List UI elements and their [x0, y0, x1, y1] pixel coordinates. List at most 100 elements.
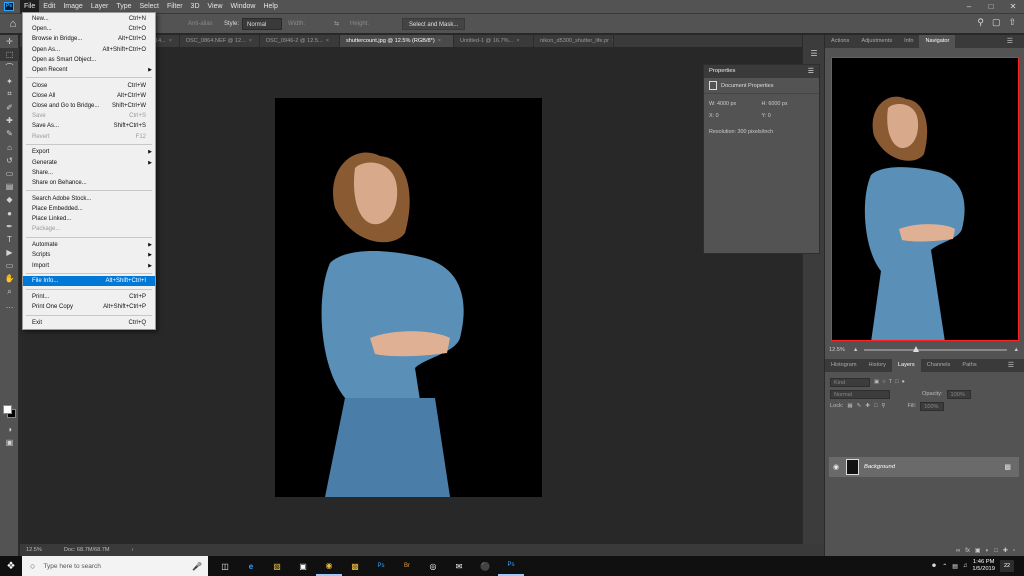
edge-icon[interactable]: e: [238, 556, 264, 576]
status-arrow-icon[interactable]: ›: [126, 547, 140, 553]
file-menu-share[interactable]: Share...: [23, 168, 155, 178]
quick-select-tool-icon[interactable]: ✦: [0, 75, 19, 88]
group-icon[interactable]: □: [994, 548, 998, 554]
path-select-icon[interactable]: ▶: [0, 246, 19, 259]
camera-icon[interactable]: ◎: [420, 556, 446, 576]
panel-tab-navigator[interactable]: Navigator: [919, 35, 956, 48]
file-menu-browse-in-bridge[interactable]: Browse in Bridge... Alt+Ctrl+O: [23, 34, 155, 44]
document-tab[interactable]: shuttercount.jpg @ 12.5% (RGB/8*) ×: [340, 35, 454, 47]
eyedropper-tool-icon[interactable]: ✐: [0, 101, 19, 114]
tab-close-icon[interactable]: ×: [438, 38, 441, 44]
file-explorer-icon[interactable]: ▧: [264, 556, 290, 576]
navigator-zoom-value[interactable]: 12.5%: [829, 347, 845, 353]
w-value[interactable]: 4000 px: [717, 101, 736, 107]
store-icon[interactable]: ▣: [290, 556, 316, 576]
new-layer-icon[interactable]: ✚: [1003, 547, 1008, 554]
kind-filter-select[interactable]: Kind: [830, 377, 870, 387]
file-menu-open-recent[interactable]: Open Recent ▶: [23, 65, 155, 75]
panel-tab-histogram[interactable]: Histogram: [825, 359, 863, 372]
zoom-tool-icon[interactable]: ⌕: [0, 286, 19, 299]
file-menu-open-as-smart-object[interactable]: Open as Smart Object...: [23, 55, 155, 65]
folder-icon[interactable]: ▩: [342, 556, 368, 576]
zoom-slider-thumb[interactable]: [913, 346, 920, 352]
clone-stamp-icon[interactable]: ⌂: [0, 141, 19, 154]
panel-menu-icon[interactable]: ☰: [1002, 359, 1020, 372]
tab-close-icon[interactable]: ×: [169, 38, 172, 44]
tab-close-icon[interactable]: ×: [612, 38, 613, 44]
crop-tool-icon[interactable]: ⌗: [0, 88, 19, 101]
menu-window[interactable]: Window: [227, 0, 260, 13]
panel-tab-actions[interactable]: Actions: [825, 35, 855, 48]
fill-input[interactable]: 100%: [920, 401, 945, 411]
microphone-icon[interactable]: 🎤: [192, 562, 202, 571]
file-menu-import[interactable]: Import ▶: [23, 261, 155, 271]
document-tab[interactable]: DSC_0864.NEF @ 12... ×: [180, 35, 260, 47]
marquee-tool-icon[interactable]: ⬚: [0, 48, 19, 62]
zoom-out-icon[interactable]: ▲: [853, 347, 859, 353]
taskbar-search-box[interactable]: ○ Type here to search 🎤: [22, 556, 208, 576]
menu-filter[interactable]: Filter: [163, 0, 187, 13]
mail-icon[interactable]: ✉: [446, 556, 472, 576]
tab-close-icon[interactable]: ×: [326, 38, 329, 44]
photoshop-active-icon[interactable]: Ps: [498, 556, 524, 576]
lock-icons[interactable]: ▦✎✚□⚲: [847, 403, 889, 409]
tab-close-icon[interactable]: ×: [516, 38, 519, 44]
network-icon[interactable]: ▤: [952, 563, 958, 570]
zoom-in-icon[interactable]: ▲: [1013, 347, 1019, 353]
file-menu-save-as[interactable]: Save As... Shift+Ctrl+S: [23, 121, 155, 131]
photoshop-taskbar-icon[interactable]: Ps: [368, 556, 394, 576]
file-menu-close[interactable]: Close Ctrl+W: [23, 81, 155, 91]
x-value[interactable]: 0: [716, 113, 719, 119]
people-icon[interactable]: ☻: [931, 563, 937, 569]
file-menu-search-adobe-stock[interactable]: Search Adobe Stock...: [23, 194, 155, 204]
clock[interactable]: 1:46 PM 1/5/2019: [972, 559, 995, 573]
workspace-icon[interactable]: ▢: [992, 17, 1001, 28]
search-icon[interactable]: ⚲: [977, 17, 984, 28]
file-menu-close-and-go-to-bridge[interactable]: Close and Go to Bridge... Shift+Ctrl+W: [23, 101, 155, 111]
dodge-tool-icon[interactable]: ●: [0, 206, 19, 219]
fx-icon[interactable]: fx: [965, 548, 970, 554]
chrome-icon[interactable]: ◉: [316, 556, 342, 576]
notification-badge[interactable]: 22: [1000, 560, 1014, 572]
panel-tab-info[interactable]: Info: [898, 35, 919, 48]
file-menu-open-as[interactable]: Open As... Alt+Shift+Ctrl+O: [23, 45, 155, 55]
file-menu-new[interactable]: New... Ctrl+N: [23, 14, 155, 24]
file-menu-export[interactable]: Export ▶: [23, 147, 155, 157]
lasso-tool-icon[interactable]: ⌒: [0, 61, 19, 74]
link-icon[interactable]: ∞: [956, 548, 960, 554]
panel-tab-channels[interactable]: Channels: [921, 359, 957, 372]
status-zoom[interactable]: 12.5%: [20, 547, 48, 553]
blend-mode-select[interactable]: Normal: [830, 389, 890, 399]
panel-menu-icon[interactable]: ☰: [808, 65, 814, 78]
history-brush-icon[interactable]: ↺: [0, 154, 19, 167]
hand-tool-icon[interactable]: ✋: [0, 272, 19, 285]
file-menu-share-on-behance[interactable]: Share on Behance...: [23, 178, 155, 188]
windows-start-icon[interactable]: ❖: [0, 556, 22, 576]
close-icon[interactable]: ✕: [1002, 0, 1024, 13]
tab-close-icon[interactable]: ×: [249, 38, 252, 44]
file-menu-scripts[interactable]: Scripts ▶: [23, 250, 155, 260]
shape-tool-icon[interactable]: ▭: [0, 259, 19, 272]
panel-tab-paths[interactable]: Paths: [956, 359, 982, 372]
panel-tab-layers[interactable]: Layers: [891, 359, 921, 372]
style-select[interactable]: Normal: [242, 18, 282, 30]
file-menu-generate[interactable]: Generate ▶: [23, 158, 155, 168]
menu-3d[interactable]: 3D: [187, 0, 204, 13]
gradient-tool-icon[interactable]: ▤: [0, 180, 19, 193]
file-menu-file-info[interactable]: File Info... Alt+Shift+Ctrl+I: [23, 276, 155, 287]
brush-tool-icon[interactable]: ✎: [0, 127, 19, 140]
healing-brush-icon[interactable]: ✚: [0, 114, 19, 127]
minimize-icon[interactable]: –: [958, 0, 980, 13]
eraser-tool-icon[interactable]: ▭: [0, 167, 19, 180]
document-tab[interactable]: Untitled-1 @ 16.7%... ×: [454, 35, 534, 47]
tray-chevron-icon[interactable]: ⌃: [942, 563, 947, 570]
opacity-input[interactable]: 100%: [946, 389, 971, 399]
panel-tab-adjustments[interactable]: Adjustments: [855, 35, 898, 48]
layer-row-background[interactable]: ◉ Background ▩: [829, 457, 1019, 477]
document-tab[interactable]: nikon_d5300_shutter_life.pr×: [534, 35, 614, 47]
adjustment-icon[interactable]: ◐: [986, 548, 990, 554]
zoom-slider[interactable]: [864, 346, 1008, 352]
quick-mask-icon[interactable]: ◑: [0, 423, 19, 436]
bridge-icon[interactable]: Br: [394, 556, 420, 576]
more-tools-icon[interactable]: …: [0, 299, 19, 312]
